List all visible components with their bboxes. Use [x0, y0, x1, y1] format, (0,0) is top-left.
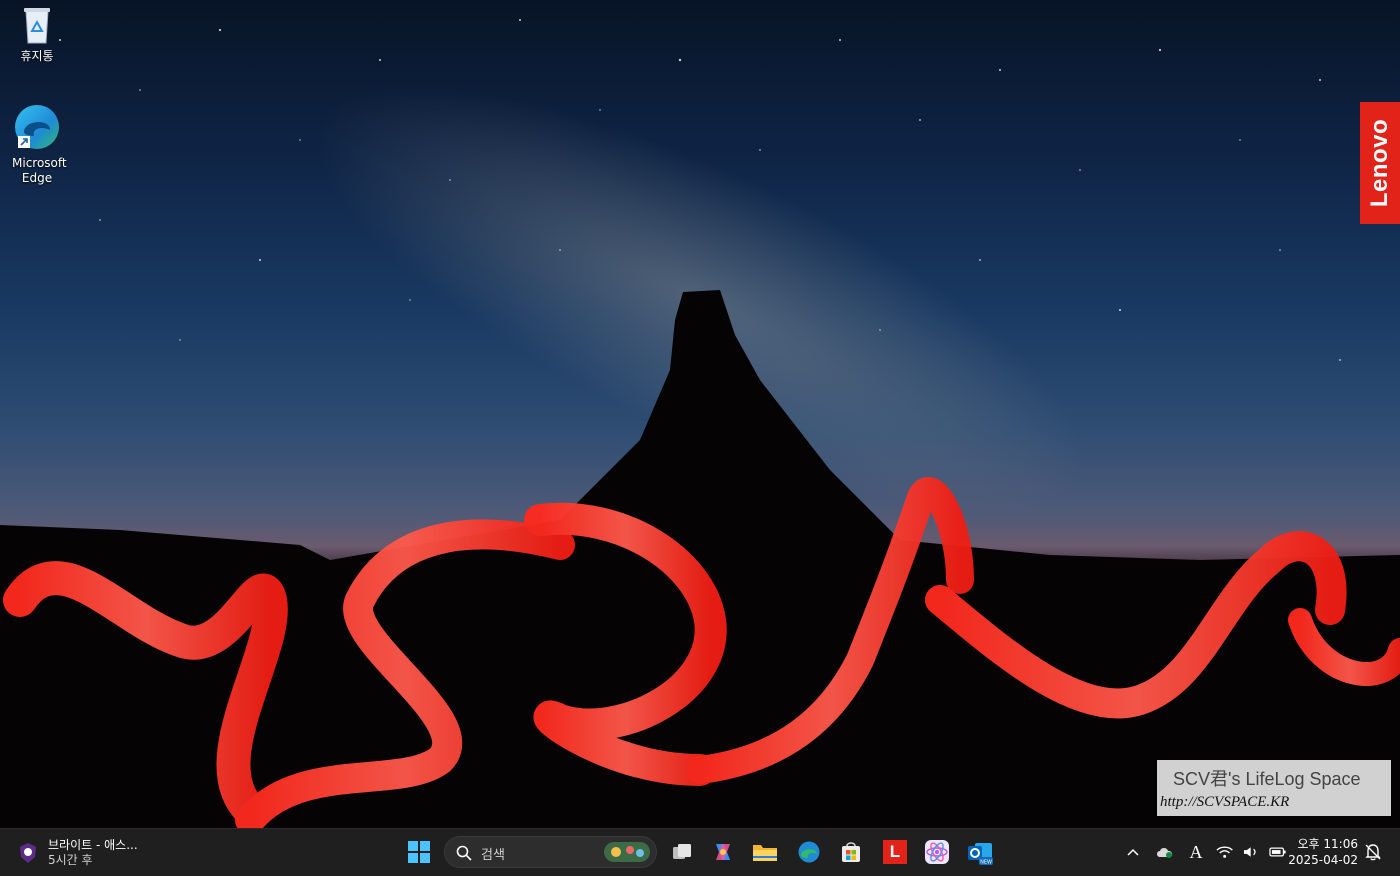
show-hidden-icons-button[interactable]: [1124, 841, 1142, 863]
store-icon: [842, 842, 860, 862]
desktop: 휴지통 Microsoft Edge Lenovo SCV君's LifeLog…: [0, 0, 1400, 828]
widget-title: 브라이트 - 애스...: [48, 838, 138, 852]
watermark: SCV君's LifeLog Space http://SCVSPACE.KR: [1157, 760, 1391, 816]
edge-icon: [798, 841, 820, 863]
recycle-bin-shortcut[interactable]: 휴지통: [2, 5, 72, 64]
folder-icon: [753, 845, 777, 861]
store-button[interactable]: [834, 835, 868, 869]
copilot-icon: [716, 844, 730, 860]
volume-icon: [1244, 847, 1256, 857]
ime-label: A: [1189, 841, 1203, 862]
watermark-title: SCV君's LifeLog Space: [1173, 769, 1361, 789]
atom-icon: [925, 840, 949, 864]
notification-center-button[interactable]: [1364, 841, 1382, 863]
wifi-icon: [1216, 846, 1233, 858]
notification-bell-icon: [1365, 844, 1381, 861]
start-button[interactable]: [402, 835, 436, 869]
weather-sports-widget[interactable]: 브라이트 - 애스... 5시간 후: [16, 836, 138, 870]
sports-team-icon: [20, 843, 36, 863]
network-volume-battery-group[interactable]: [1216, 841, 1286, 863]
clock-date: 2025-04-02: [1288, 853, 1358, 867]
outlook-new-button[interactable]: NEW: [963, 835, 997, 869]
clock[interactable]: 오후 11:06 2025-04-02: [1288, 836, 1358, 868]
lenovo-badge-text: Lenovo: [1366, 118, 1393, 208]
search-icon: [456, 845, 472, 861]
ime-indicator[interactable]: A: [1187, 841, 1205, 863]
chevron-up-icon: [1127, 848, 1139, 856]
widget-subtitle: 5시간 후: [48, 853, 93, 867]
recycle-bin-icon: [24, 8, 50, 44]
cloud-icon: [1157, 848, 1173, 858]
outlook-new-badge: NEW: [980, 860, 992, 866]
search-placeholder: 검색: [481, 848, 505, 863]
edge-icon: [15, 105, 59, 149]
outlook-icon: NEW: [968, 843, 993, 866]
task-view-icon: [673, 844, 691, 859]
windows-start-icon: [408, 841, 430, 863]
watermark-url: http://SCVSPACE.KR: [1160, 794, 1290, 810]
edge-shortcut[interactable]: Microsoft Edge: [2, 102, 72, 186]
task-view-button[interactable]: [665, 835, 699, 869]
file-explorer-button[interactable]: [748, 835, 782, 869]
atom-app-button[interactable]: [920, 835, 954, 869]
lenovo-l-label: L: [889, 842, 901, 861]
recycle-bin-label: 휴지통: [20, 49, 54, 63]
lenovo-l-icon: L: [883, 840, 907, 864]
search-box[interactable]: 검색: [444, 836, 657, 868]
search-highlight-icon: [604, 842, 650, 862]
wallpaper: [0, 19, 1400, 828]
taskbar: 브라이트 - 애스... 5시간 후 검색 L NEW A 오후 11:06 2…: [0, 828, 1400, 876]
lenovo-badge: Lenovo: [1360, 102, 1400, 224]
lenovo-app-button[interactable]: L: [878, 835, 912, 869]
edge-label: Microsoft Edge: [12, 156, 67, 185]
onedrive-tray-icon[interactable]: [1154, 841, 1176, 863]
copilot-button[interactable]: [706, 835, 740, 869]
clock-time: 오후 11:06: [1297, 837, 1358, 851]
edge-taskbar-button[interactable]: [792, 835, 826, 869]
battery-icon: [1269, 847, 1286, 857]
